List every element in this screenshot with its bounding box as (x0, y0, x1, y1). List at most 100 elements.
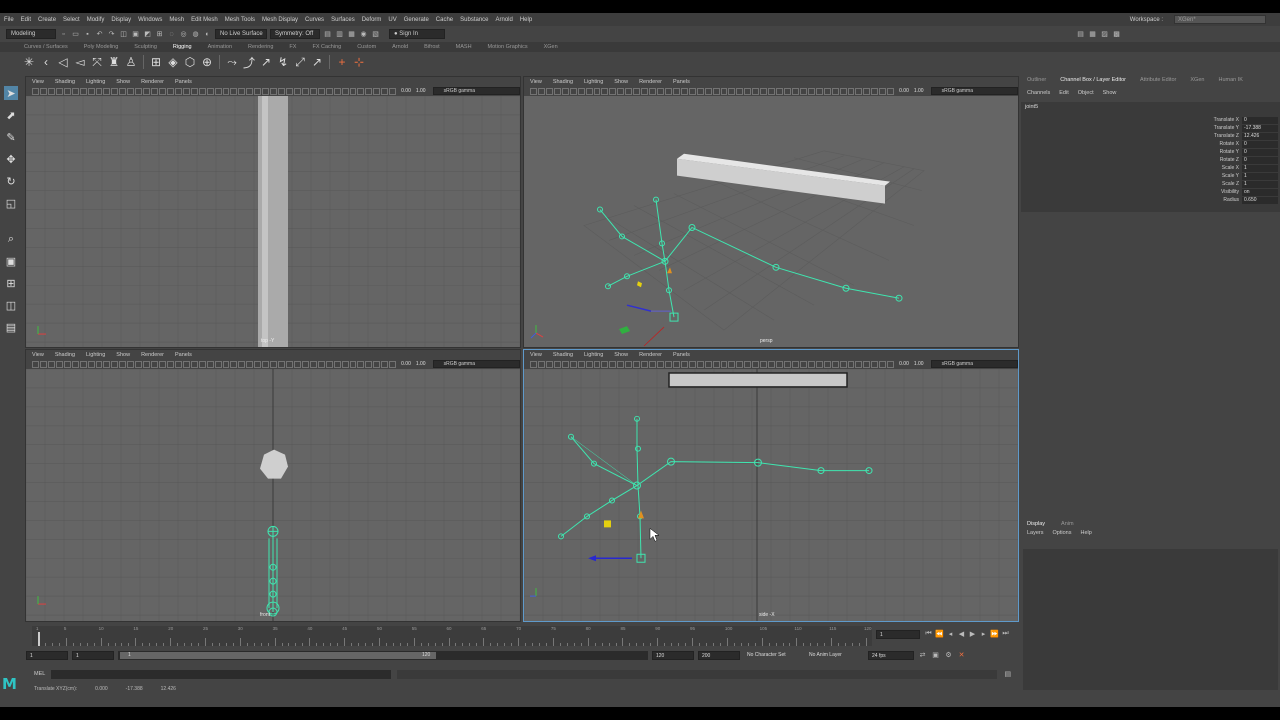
viewport-toolbar-button[interactable] (720, 87, 728, 95)
viewport-toolbar-button[interactable] (545, 360, 553, 368)
viewport-toolbar-button[interactable] (151, 87, 158, 95)
viewport-toolbar-button[interactable] (309, 360, 317, 368)
viewport-toolbar-button[interactable] (704, 87, 712, 95)
viewport-toolbar-button[interactable] (855, 87, 863, 95)
cb-menu-edit[interactable]: Edit (1059, 90, 1068, 96)
wrap-icon[interactable]: ⬡ (183, 55, 197, 69)
point-constraint-icon[interactable]: ↯ (276, 55, 290, 69)
redo-icon[interactable]: ↷ (107, 30, 116, 39)
viewport-toolbar-button[interactable] (752, 87, 760, 95)
ik-handle-icon[interactable]: ⤧ (90, 55, 104, 69)
vp-menu-view[interactable]: View (32, 352, 44, 358)
viewport-toolbar-button[interactable] (784, 360, 791, 368)
viewport-toolbar-button[interactable] (593, 87, 601, 95)
layer-menu-options[interactable]: Options (1053, 530, 1072, 536)
viewport-canvas[interactable] (524, 96, 1018, 347)
viewport-toolbar-button[interactable] (561, 87, 569, 95)
shelf-tab-rigging[interactable]: Rigging (173, 44, 192, 50)
viewport-toolbar-button[interactable] (688, 360, 696, 368)
viewport-canvas[interactable] (26, 369, 520, 621)
viewport-toolbar-button[interactable] (63, 87, 71, 95)
viewport-toolbar-button[interactable] (262, 360, 270, 368)
insert-joint-icon[interactable]: ‹ (39, 55, 53, 69)
rotate-tool-icon[interactable]: ↻ (4, 174, 18, 188)
undo-icon[interactable]: ↶ (95, 30, 104, 39)
shelf-tab-bifrost[interactable]: Bifrost (424, 44, 440, 50)
viewport-toolbar-button[interactable] (293, 360, 301, 368)
menu-uv[interactable]: UV (388, 17, 396, 23)
menu-deform[interactable]: Deform (362, 17, 382, 23)
snap-point-icon[interactable]: ◎ (179, 30, 188, 39)
exposure-value[interactable]: 0.00 (899, 88, 909, 94)
viewport-toolbar-button[interactable] (357, 87, 365, 95)
viewport-toolbar-button[interactable] (151, 360, 158, 368)
sculpt-deformer-icon[interactable]: ⊕ (200, 55, 214, 69)
viewport-toolbar-button[interactable] (206, 360, 214, 368)
range-slider-handle[interactable] (120, 651, 436, 659)
viewport-toolbar-button[interactable] (704, 360, 712, 368)
shelf-tab-custom[interactable]: Custom (357, 44, 376, 50)
viewport-toolbar-button[interactable] (333, 360, 341, 368)
time-slider[interactable]: 1 5 10 15 20 25 30 35 40 45 50 55 60 65 70 75 80 85 90 95 10… (26, 626, 1020, 646)
viewport-toolbar-button[interactable] (530, 360, 537, 368)
viewport-toolbar-button[interactable] (887, 87, 895, 95)
viewport-toolbar-button[interactable] (325, 360, 333, 368)
viewport-toolbar-button[interactable] (135, 360, 143, 368)
attr-value[interactable]: on (1242, 188, 1278, 196)
lasso-tool-icon[interactable]: ⬈ (4, 108, 18, 122)
viewport-toolbar-button[interactable] (791, 87, 799, 95)
viewport-toolbar-button[interactable] (278, 360, 285, 368)
vp-menu-renderer[interactable]: Renderer (141, 352, 164, 358)
cluster-icon[interactable]: ◈ (166, 55, 180, 69)
viewport-toolbar-button[interactable] (103, 87, 111, 95)
vp-menu-show[interactable]: Show (614, 79, 628, 85)
viewport-toolbar-button[interactable] (585, 360, 593, 368)
viewport-toolbar-button[interactable] (553, 87, 561, 95)
cb-menu-show[interactable]: Show (1103, 90, 1117, 96)
viewport-toolbar-button[interactable] (641, 87, 649, 95)
viewport-toolbar-button[interactable] (381, 87, 389, 95)
render-icon[interactable]: ▤ (323, 30, 332, 39)
attr-row[interactable]: Scale X1 (1206, 164, 1278, 172)
viewport-toolbar-button[interactable] (32, 360, 39, 368)
viewport-canvas[interactable] (524, 369, 1018, 621)
viewport-toolbar-button[interactable] (807, 87, 815, 95)
viewport-toolbar-button[interactable] (198, 360, 206, 368)
snap-grid-icon[interactable]: ⊞ (155, 30, 164, 39)
menu-select[interactable]: Select (63, 17, 80, 23)
command-input[interactable] (51, 669, 392, 679)
menu-display[interactable]: Display (111, 17, 131, 23)
vp-menu-show[interactable]: Show (116, 352, 130, 358)
viewport-canvas[interactable] (26, 96, 520, 347)
viewport-toolbar-button[interactable] (537, 360, 545, 368)
current-frame-field[interactable]: 1 (876, 630, 920, 639)
viewport-toolbar-button[interactable] (553, 360, 561, 368)
attr-row[interactable]: Translate X0 (1206, 116, 1278, 124)
attr-value[interactable]: 1 (1242, 172, 1278, 180)
key-icon[interactable]: ✕ (957, 651, 966, 660)
toggle-tool-settings-icon[interactable]: ▨ (1100, 30, 1109, 39)
anim-end-field[interactable]: 200 (698, 650, 740, 660)
viewport-toolbar-button[interactable] (278, 87, 285, 95)
vp-menu-show[interactable]: Show (614, 352, 628, 358)
viewport-toolbar-button[interactable] (238, 87, 246, 95)
layer-menu-layers[interactable]: Layers (1027, 530, 1044, 536)
viewport-toolbar-button[interactable] (728, 360, 736, 368)
four-view-icon[interactable]: ⊞ (4, 276, 18, 290)
viewport-toolbar-button[interactable] (222, 87, 230, 95)
viewport-toolbar-button[interactable] (71, 360, 79, 368)
viewport-toolbar-button[interactable] (871, 360, 879, 368)
attr-value[interactable]: 0 (1242, 140, 1278, 148)
vp-menu-shading[interactable]: Shading (55, 79, 75, 85)
shelf-tab-xgen[interactable]: XGen (544, 44, 558, 50)
viewport-toolbar-button[interactable] (214, 87, 222, 95)
viewport-toolbar-button[interactable] (799, 360, 807, 368)
save-scene-icon[interactable]: ▪ (83, 30, 92, 39)
render-settings-icon[interactable]: ▦ (347, 30, 356, 39)
menu-edit-mesh[interactable]: Edit Mesh (191, 17, 218, 23)
menu-set-dropdown[interactable]: Modeling (6, 29, 56, 39)
toggle-channel-box-icon[interactable]: ▩ (1112, 30, 1121, 39)
bind-skin-icon[interactable]: ⤳ (225, 55, 239, 69)
viewport-toolbar-button[interactable] (823, 360, 831, 368)
viewport-toolbar-button[interactable] (55, 87, 63, 95)
